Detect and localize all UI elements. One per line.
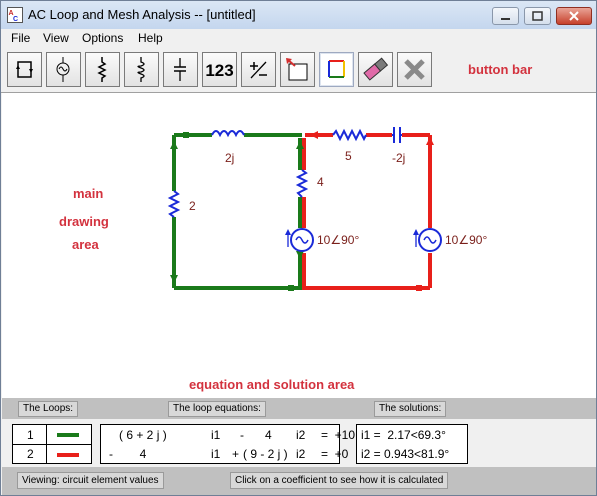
inductor-button[interactable] — [124, 52, 159, 87]
resistor-4[interactable] — [295, 169, 309, 198]
status-bar: Viewing: circuit element values Click on… — [2, 467, 596, 495]
numbers-label: 123 — [205, 61, 233, 80]
eq1-var2: i2 — [296, 428, 306, 442]
label-capacitor: -2j — [392, 151, 405, 165]
app-window: A C AC Loop and Mesh Analysis -- [untitl… — [0, 0, 597, 496]
voltage-source-middle[interactable] — [285, 228, 314, 252]
minimize-icon — [501, 18, 510, 20]
loops-table: 1 2 — [12, 424, 92, 464]
label-inductor: 2j — [225, 151, 234, 165]
label-left-resistor: 2 — [189, 199, 196, 213]
delete-icon — [404, 59, 425, 80]
current-source-icon — [56, 57, 70, 82]
button-bar-annotation: button bar — [468, 62, 533, 77]
eraser-icon — [363, 57, 389, 81]
label-source-middle: 10∠90° — [317, 233, 359, 247]
eq1-var1: i1 — [211, 428, 221, 442]
current-source-button[interactable] — [46, 52, 81, 87]
menu-file[interactable]: File — [11, 31, 30, 45]
loop-color-green[interactable] — [57, 433, 79, 437]
equations-header: The loop equations: — [168, 401, 266, 417]
capacitor-button[interactable] — [163, 52, 198, 87]
loops-header: The Loops: — [18, 401, 79, 417]
menu-view[interactable]: View — [43, 31, 69, 45]
cursor-select-button[interactable] — [280, 52, 315, 87]
solutions-box: i1 = 2.17<69.3° i2 = 0.943<81.9° — [356, 424, 468, 464]
solution-i2: i2 = 0.943<81.9° — [361, 447, 450, 461]
viewing-status[interactable]: Viewing: circuit element values — [17, 472, 164, 489]
coefficient-hint: Click on a coefficient to see how it is … — [230, 472, 449, 489]
loop-number-1: 1 — [27, 428, 34, 442]
loop2-wires — [302, 133, 432, 290]
loop-icon — [16, 61, 33, 78]
results-header-bar: The Loops: The loop equations: The solut… — [2, 398, 596, 419]
eq2-op: + — [232, 447, 240, 461]
voltage-source-right[interactable] — [413, 228, 442, 252]
loop-color-red[interactable] — [57, 453, 79, 457]
capacitor-minus-2j[interactable] — [392, 127, 402, 143]
eq2-coef2[interactable]: ( 9 - 2 j ) — [243, 447, 288, 461]
close-icon — [569, 11, 579, 21]
label-top-resistor: 5 — [345, 149, 352, 163]
resistor-2[interactable] — [167, 190, 181, 218]
cursor-select-icon — [286, 58, 308, 81]
plus-minus-icon — [250, 61, 267, 79]
equation-solution-area: 1 2 ( 6 + 2 j ) i1 - 4 i2 = +10 j - 4 i1… — [2, 419, 596, 467]
inductor-icon — [137, 57, 145, 82]
title-bar[interactable]: A C AC Loop and Mesh Analysis -- [untitl… — [1, 1, 596, 29]
eq1-coef1[interactable]: ( 6 + 2 j ) — [119, 428, 167, 442]
menu-help[interactable]: Help — [138, 31, 163, 45]
numbers-button[interactable]: 123 — [202, 52, 237, 87]
delete-button[interactable] — [397, 52, 432, 87]
color-loop-icon — [328, 60, 345, 78]
numbers-icon: 123 — [205, 61, 233, 80]
loop-button[interactable] — [7, 52, 42, 87]
minimize-button[interactable] — [492, 7, 519, 25]
plus-minus-button[interactable] — [241, 52, 276, 87]
eq2-coef1[interactable]: - 4 — [109, 447, 146, 461]
equations-box: ( 6 + 2 j ) i1 - 4 i2 = +10 j - 4 i1 + (… — [100, 424, 361, 464]
inductor-2j[interactable] — [211, 130, 245, 138]
close-button[interactable] — [556, 7, 592, 25]
eq1-coef2[interactable]: 4 — [265, 428, 272, 442]
capacitor-icon — [174, 58, 186, 81]
resistor-button[interactable] — [85, 52, 120, 87]
maximize-icon — [532, 11, 543, 21]
eq2-var1: i1 — [211, 447, 221, 461]
window-title: AC Loop and Mesh Analysis -- [untitled] — [28, 7, 256, 22]
eq2-var2: i2 — [296, 447, 306, 461]
loop-number-2: 2 — [27, 447, 34, 461]
label-middle-resistor: 4 — [317, 175, 324, 189]
solutions-header: The solutions: — [374, 401, 447, 417]
app-icon: A C — [7, 7, 23, 23]
circuit-diagram: 2j 2 4 5 -2j 10∠90° 10∠90° — [167, 127, 487, 291]
resistor-5[interactable] — [332, 128, 367, 142]
menu-options[interactable]: Options — [82, 31, 123, 45]
maximize-button[interactable] — [524, 7, 551, 25]
eq1-op: - — [240, 428, 244, 442]
drawing-area[interactable]: main drawing area equation and solution … — [2, 93, 596, 398]
svg-text:C: C — [13, 16, 18, 23]
solution-i1: i1 = 2.17<69.3° — [361, 428, 446, 442]
eq2-rhs: = +0 — [321, 447, 349, 461]
resistor-icon — [97, 57, 107, 82]
color-loop-button[interactable] — [319, 52, 354, 87]
toolbar: 123 button bar — [1, 48, 596, 93]
menu-bar: File View Options Help — [1, 29, 596, 48]
eraser-button[interactable] — [358, 52, 393, 87]
label-source-right: 10∠90° — [445, 233, 487, 247]
